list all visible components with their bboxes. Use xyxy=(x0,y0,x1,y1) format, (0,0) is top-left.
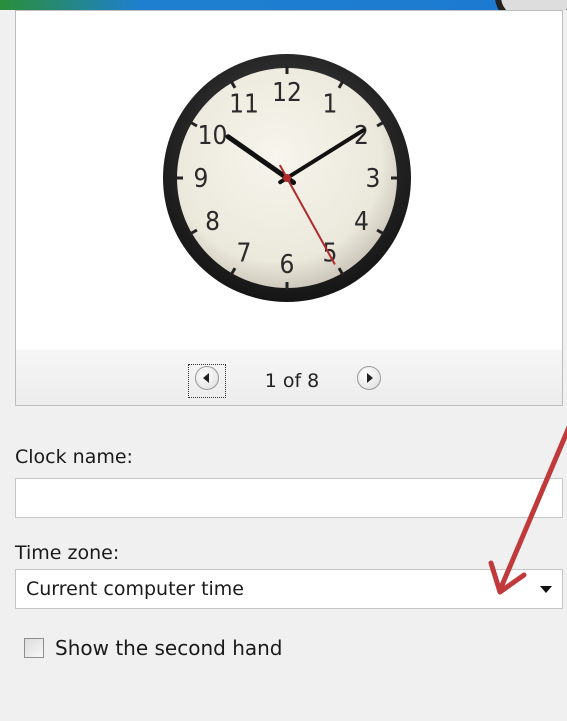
clock-numeral: 7 xyxy=(237,238,252,268)
show-second-hand-label[interactable]: Show the second hand xyxy=(55,636,283,660)
clock-numeral: 3 xyxy=(366,164,381,194)
clock-preview-area: 12 1 2 3 4 5 6 7 8 9 10 11 xyxy=(16,11,562,351)
chevron-down-icon[interactable] xyxy=(540,586,552,593)
clock-preview-box: 12 1 2 3 4 5 6 7 8 9 10 11 1 of 8 xyxy=(15,10,563,406)
clock-numeral: 10 xyxy=(198,121,228,151)
clock-numeral: 6 xyxy=(280,250,295,280)
clock-settings-panel: 12 1 2 3 4 5 6 7 8 9 10 11 1 of 8 Clock name: Time … xyxy=(0,10,567,721)
clock-numeral: 9 xyxy=(194,164,209,194)
clock-numeral: 1 xyxy=(323,90,338,120)
clock-name-input[interactable] xyxy=(15,478,563,518)
clock-center-pin xyxy=(283,174,291,182)
time-zone-dropdown[interactable]: Current computer time xyxy=(15,569,563,609)
left-arrow-icon xyxy=(203,373,209,383)
right-arrow-icon xyxy=(367,373,373,383)
clock-numeral: 12 xyxy=(272,78,302,108)
show-second-hand-checkbox[interactable] xyxy=(24,638,44,658)
page-indicator: 1 of 8 xyxy=(264,370,320,392)
clock-numeral: 4 xyxy=(354,207,369,237)
time-zone-selected-value: Current computer time xyxy=(26,578,244,600)
desktop-top-strip xyxy=(0,0,567,10)
clock-numeral: 8 xyxy=(205,207,220,237)
clock-name-label: Clock name: xyxy=(15,446,133,468)
next-clock-button[interactable] xyxy=(357,366,381,390)
clock-pager-bar: 1 of 8 xyxy=(16,350,562,405)
clock-numeral: 11 xyxy=(229,90,259,120)
analog-clock-icon: 12 1234567891011 xyxy=(163,54,411,302)
time-zone-label: Time zone: xyxy=(15,542,120,564)
previous-clock-button[interactable] xyxy=(195,366,219,390)
